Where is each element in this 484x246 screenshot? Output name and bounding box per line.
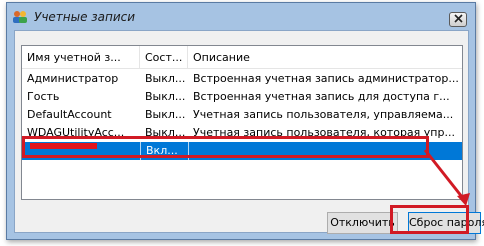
account-description: Встроенная учетная запись администратор.…	[193, 72, 459, 85]
dialog-body: Имя учетной з... Сост... Описание Админи…	[14, 30, 484, 234]
list-item[interactable]: Гость Выкл... Встроенная учетная запись …	[22, 88, 462, 106]
column-header-name[interactable]: Имя учетной з...	[22, 46, 140, 68]
redaction-mark	[30, 143, 97, 149]
account-state: Вкл...	[140, 142, 188, 160]
window-title: Учетные записи	[34, 10, 136, 24]
account-name: Администратор	[27, 72, 119, 85]
close-icon	[453, 13, 463, 26]
list-item[interactable]: DefaultAccount Выкл... Учетная запись по…	[22, 106, 462, 124]
disable-button[interactable]: Отключить	[327, 212, 398, 234]
accounts-list[interactable]: Имя учетной з... Сост... Описание Админи…	[21, 45, 463, 200]
account-description: Учетная запись пользователя, управляема.…	[193, 108, 454, 121]
account-state: Выкл...	[145, 126, 186, 139]
account-state: Выкл...	[145, 72, 186, 85]
account-state: Выкл...	[145, 90, 186, 103]
list-header: Имя учетной з... Сост... Описание	[22, 46, 462, 69]
account-state: Выкл...	[145, 108, 186, 121]
account-name: Гость	[27, 90, 60, 103]
account-name: DefaultAccount	[27, 108, 112, 121]
close-button[interactable]	[449, 12, 467, 27]
account-description: Учетная запись пользователя, которая упр…	[193, 126, 455, 139]
reset-button-highlight	[390, 205, 469, 234]
column-header-state[interactable]: Сост...	[140, 46, 188, 68]
account-description: Встроенная учетная запись для доступа г.…	[193, 90, 450, 103]
list-item[interactable]: Администратор Выкл... Встроенная учетная…	[22, 70, 462, 88]
account-description	[188, 142, 462, 160]
title-bar[interactable]: Учетные записи	[7, 3, 475, 31]
column-header-description[interactable]: Описание	[188, 46, 462, 68]
users-icon	[12, 10, 28, 24]
account-name: WDAGUtilityAcc...	[27, 126, 125, 139]
list-item[interactable]: WDAGUtilityAcc... Выкл... Учетная запись…	[22, 124, 462, 142]
